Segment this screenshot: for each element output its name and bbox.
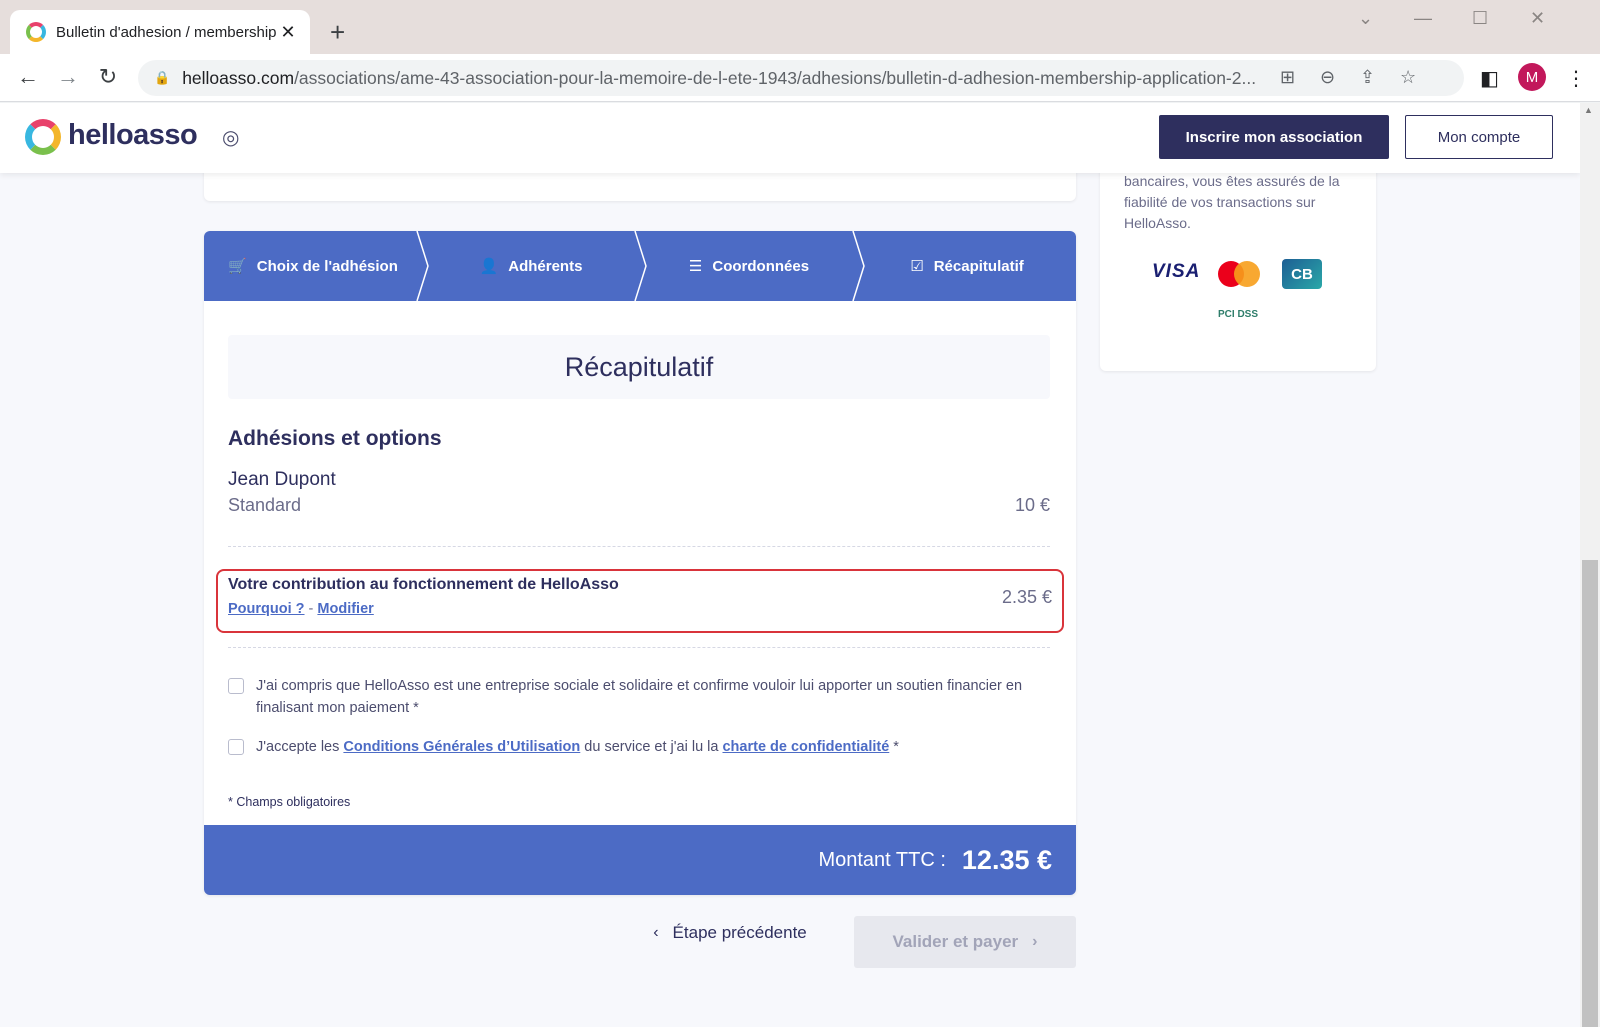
payment-security-card: bancaires, vous êtes assurés de la fiabi… xyxy=(1100,143,1376,371)
consent-social-checkbox[interactable] xyxy=(228,678,244,694)
visa-logo: VISA xyxy=(1152,261,1201,282)
bookmark-star-icon[interactable]: ☆ xyxy=(1400,67,1416,88)
contribution-highlight: Votre contribution au fonctionnement de … xyxy=(216,569,1064,633)
cart-icon: 🛒 xyxy=(228,258,247,275)
modify-contribution-link[interactable]: Modifier xyxy=(317,601,373,617)
helloasso-logo-icon[interactable] xyxy=(25,119,61,155)
close-window-icon[interactable]: ✕ xyxy=(1530,8,1545,29)
security-text: bancaires, vous êtes assurés de la fiabi… xyxy=(1124,173,1340,231)
maximize-icon[interactable]: ☐ xyxy=(1472,8,1488,29)
minimize-icon[interactable]: — xyxy=(1414,8,1432,29)
profile-avatar[interactable]: M xyxy=(1518,63,1546,91)
scroll-up-icon[interactable]: ▲ xyxy=(1584,105,1593,115)
user-icon: 👤 xyxy=(479,258,499,275)
checkout-stepper: 🛒 Choix de l'adhésion 👤 Adhérents ☰ Coor… xyxy=(204,231,1076,301)
step-members[interactable]: 👤 Adhérents xyxy=(422,231,640,301)
page-title: Récapitulatif xyxy=(228,335,1050,399)
pci-dss-logo: PCI DSS xyxy=(1218,309,1259,320)
step-separator xyxy=(634,231,648,301)
back-icon[interactable]: ← xyxy=(14,64,42,90)
site-header: helloasso ◎ Inscrire mon association Mon… xyxy=(0,103,1580,173)
total-label: Montant TTC : xyxy=(818,848,946,871)
step-separator xyxy=(852,231,866,301)
share-icon[interactable]: ⇪ xyxy=(1360,67,1375,88)
checkout-card: 🛒 Choix de l'adhésion 👤 Adhérents ☰ Coor… xyxy=(204,231,1076,895)
divider xyxy=(228,647,1050,648)
consent-terms-text: J'accepte les Conditions Générales d’Uti… xyxy=(256,739,899,755)
cgu-link[interactable]: Conditions Générales d’Utilisation xyxy=(343,739,580,755)
zoom-icon[interactable]: ⊖ xyxy=(1320,67,1335,88)
step-membership-choice[interactable]: 🛒 Choix de l'adhésion xyxy=(204,231,422,301)
lock-icon[interactable]: 🔒 xyxy=(154,70,170,86)
browser-tab-strip: Bulletin d'adhesion / membership ✕ + ⌄ —… xyxy=(0,0,1600,54)
step-separator xyxy=(416,231,430,301)
my-account-button[interactable]: Mon compte xyxy=(1405,115,1553,159)
consent-terms-checkbox[interactable] xyxy=(228,739,244,755)
contribution-price: 2.35 € xyxy=(1001,587,1052,607)
translate-icon[interactable]: ⊞ xyxy=(1280,67,1295,88)
chevron-left-icon: ‹ xyxy=(653,924,659,941)
tab-search-icon[interactable]: ⌄ xyxy=(1358,8,1373,29)
forward-icon[interactable]: → xyxy=(54,64,82,90)
mastercard-logo-icon xyxy=(1218,261,1260,287)
member-name: Jean Dupont xyxy=(228,469,336,490)
step-contact-details[interactable]: ☰ Coordonnées xyxy=(640,231,858,301)
list-icon: ☰ xyxy=(688,258,703,275)
address-bar[interactable]: 🔒 helloasso.com/associations/ame-43-asso… xyxy=(138,60,1464,96)
consent-social-row: J'ai compris que HelloAsso est une entre… xyxy=(228,675,1046,719)
chevron-right-icon: › xyxy=(1032,933,1038,950)
contribution-title: Votre contribution au fonctionnement de … xyxy=(228,576,619,593)
required-fields-note: * Champs obligatoires xyxy=(228,795,351,809)
consent-social-text: J'ai compris que HelloAsso est une entre… xyxy=(256,678,1023,716)
total-value: 12.35 € xyxy=(961,844,1052,875)
why-link[interactable]: Pourquoi ? xyxy=(228,601,305,617)
member-price: 10 € xyxy=(1014,495,1050,515)
cb-logo: CB xyxy=(1282,259,1322,289)
privacy-link[interactable]: charte de confidentialité xyxy=(722,739,889,755)
side-panel-icon[interactable]: ◧ xyxy=(1480,66,1499,91)
member-tier: Standard xyxy=(228,495,302,515)
browser-tab[interactable]: Bulletin d'adhesion / membership ✕ xyxy=(10,10,310,54)
scrollbar-thumb[interactable] xyxy=(1582,560,1598,1027)
contribution-links: Pourquoi ? - Modifier xyxy=(228,601,374,617)
browser-toolbar: ← → ↻ 🔒 helloasso.com/associations/ame-4… xyxy=(0,54,1600,102)
validate-pay-button[interactable]: Valider et payer › xyxy=(854,916,1076,968)
page-viewport: helloasso ◎ Inscrire mon association Mon… xyxy=(0,103,1580,1027)
register-association-button[interactable]: Inscrire mon association xyxy=(1159,115,1389,159)
step-summary[interactable]: ☑ Récapitulatif xyxy=(858,231,1076,301)
tab-title: Bulletin d'adhesion / membership xyxy=(56,23,277,41)
previous-step-button[interactable]: ‹ Étape précédente xyxy=(640,908,820,958)
total-bar: Montant TTC : 12.35 € xyxy=(204,825,1076,895)
menu-kebab-icon[interactable]: ⋮ xyxy=(1566,66,1586,91)
consent-terms-row: J'accepte les Conditions Générales d’Uti… xyxy=(228,736,1046,758)
logo-text[interactable]: helloasso xyxy=(68,119,198,152)
helloasso-favicon-icon xyxy=(26,22,46,42)
new-tab-icon[interactable]: + xyxy=(330,18,345,46)
section-title: Adhésions et options xyxy=(228,427,442,450)
url-text[interactable]: helloasso.com/associations/ame-43-associ… xyxy=(182,68,1292,89)
accessibility-eye-icon[interactable]: ◎ xyxy=(222,125,239,150)
divider xyxy=(228,546,1050,547)
checkbox-icon: ☑ xyxy=(910,258,924,275)
reload-icon[interactable]: ↻ xyxy=(94,64,122,90)
close-tab-icon[interactable]: ✕ xyxy=(278,22,298,43)
